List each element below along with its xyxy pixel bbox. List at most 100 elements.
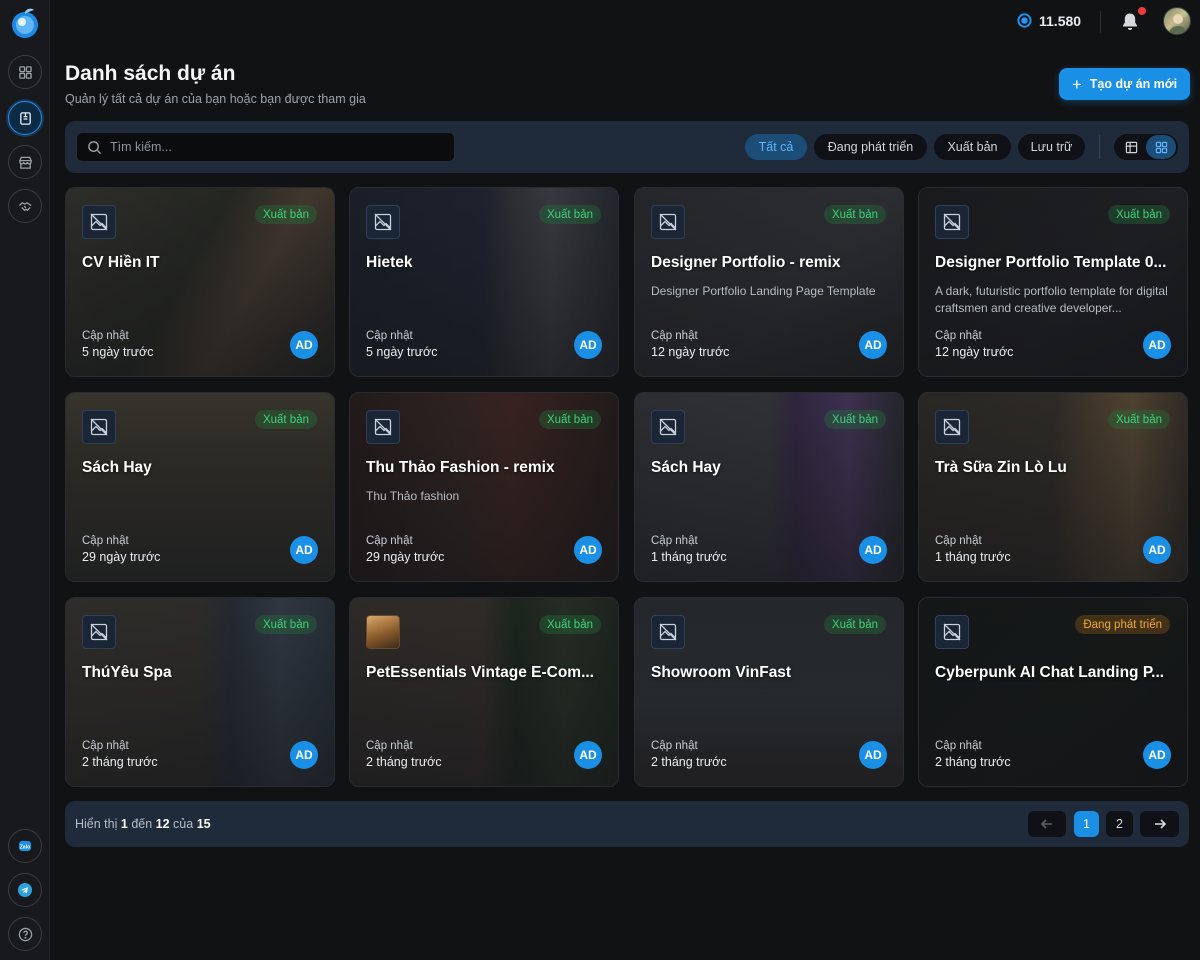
owner-avatar: AD — [1143, 741, 1171, 769]
sidebar-zalo-button[interactable]: Zalo — [8, 829, 42, 863]
prev-page-button[interactable] — [1028, 811, 1066, 837]
owner-avatar: AD — [1143, 331, 1171, 359]
updated-value: 2 tháng trước — [366, 755, 442, 769]
updated-label: Cập nhật — [935, 535, 982, 547]
updated-label: Cập nhật — [935, 740, 982, 752]
pagination-from: 1 — [120, 817, 128, 831]
create-project-label: Tạo dự án mới — [1089, 77, 1178, 91]
filter-chip-archived[interactable]: Lưu trữ — [1018, 134, 1085, 160]
arrow-left-icon — [1040, 819, 1052, 829]
owner-avatar: AD — [1143, 536, 1171, 564]
pagination-to-word: đến — [131, 817, 153, 831]
status-badge: Xuất bản — [823, 615, 886, 634]
search-input[interactable] — [110, 140, 430, 154]
project-thumbnail-icon — [82, 410, 116, 444]
sidebar-store-button[interactable] — [8, 145, 42, 179]
credits-balance[interactable]: 11.580 — [1016, 12, 1081, 29]
status-badge: Xuất bản — [538, 410, 601, 429]
search-box[interactable] — [76, 132, 455, 162]
filter-chip-developing[interactable]: Đang phát triển — [814, 134, 927, 160]
project-card[interactable]: Đang phát triển Cyberpunk AI Chat Landing… — [918, 597, 1188, 787]
project-card[interactable]: Xuất bản Showroom VinFast Cập nhật 2 tháng … — [634, 597, 904, 787]
project-thumbnail-icon — [366, 205, 400, 239]
project-title: Thu Thảo Fashion - remix — [366, 459, 555, 476]
project-card[interactable]: Xuất bản Thu Thảo Fashion - remix Thu Thảo… — [349, 392, 619, 582]
book-icon — [19, 111, 31, 125]
filter-chip-all[interactable]: Tất cả — [745, 134, 807, 160]
sidebar-telegram-button[interactable] — [8, 873, 42, 907]
page-subtitle: Quản lý tất cả dự án của bạn hoặc bạn đư… — [65, 92, 366, 106]
project-card[interactable]: Xuất bản Hietek Cập nhật 5 ngày trước AD — [349, 187, 619, 377]
project-title: Designer Portfolio Template 0... — [935, 254, 1167, 271]
project-card[interactable]: Xuất bản Designer Portfolio Template 0...… — [918, 187, 1188, 377]
owner-avatar: AD — [290, 331, 318, 359]
project-thumbnail-icon — [651, 615, 685, 649]
sidebar-help-button[interactable] — [8, 917, 42, 951]
project-title: Hietek — [366, 254, 413, 271]
grid-view-button[interactable] — [1146, 135, 1176, 159]
sidebar-dashboard-button[interactable] — [8, 55, 42, 89]
updated-label: Cập nhật — [651, 535, 698, 547]
view-toggle — [1114, 134, 1178, 160]
create-project-button[interactable]: + Tạo dự án mới — [1059, 68, 1190, 100]
project-title: Sách Hay — [651, 459, 721, 476]
status-badge: Xuất bản — [254, 205, 317, 224]
credits-value: 11.580 — [1039, 12, 1082, 29]
owner-avatar: AD — [859, 536, 887, 564]
topbar-divider — [1100, 11, 1101, 33]
project-card[interactable]: Xuất bản Sách Hay Cập nhật 1 tháng trước AD — [634, 392, 904, 582]
updated-label: Cập nhật — [82, 740, 129, 752]
project-thumbnail-icon — [82, 615, 116, 649]
status-badge: Xuất bản — [254, 410, 317, 429]
updated-value: 2 tháng trước — [651, 755, 727, 769]
project-card[interactable]: Xuất bản Sách Hay Cập nhật 29 ngày trước AD — [65, 392, 335, 582]
page-button-2[interactable]: 2 — [1106, 811, 1133, 837]
pagination-to: 12 — [155, 817, 170, 831]
updated-label: Cập nhật — [366, 740, 413, 752]
sidebar-partner-button[interactable] — [8, 189, 42, 223]
project-card[interactable]: Xuất bản Trà Sữa Zin Lò Lu Cập nhật 1 tháng… — [918, 392, 1188, 582]
project-card[interactable]: Xuất bản ThúYêu Spa Cập nhật 2 tháng trước A… — [65, 597, 335, 787]
project-card[interactable]: Xuất bản CV Hiền IT Cập nhật 5 ngày trước AD — [65, 187, 335, 377]
project-title: Sách Hay — [82, 459, 152, 476]
app-logo[interactable] — [10, 7, 40, 39]
pagination-of-word: của — [173, 817, 194, 831]
project-card[interactable]: Xuất bản PetEssentials Vintage E-Com... Cậ… — [349, 597, 619, 787]
filter-bar: Tất cả Đang phát triển Xuất bản Lưu trữ — [65, 121, 1189, 173]
page-button-1[interactable]: 1 — [1074, 811, 1099, 837]
svg-text:Zalo: Zalo — [20, 845, 30, 851]
project-thumbnail-icon — [651, 205, 685, 239]
filter-chip-published[interactable]: Xuất bản — [934, 134, 1011, 160]
owner-avatar: AD — [290, 536, 318, 564]
status-badge: Xuất bản — [254, 615, 317, 634]
plus-icon: + — [1071, 74, 1082, 94]
project-thumbnail-icon — [935, 205, 969, 239]
pagination-bar: Hiển thị 1 đến 12 của 15 1 2 — [65, 801, 1189, 847]
updated-value: 29 ngày trước — [366, 550, 445, 564]
updated-value: 5 ngày trước — [366, 345, 438, 359]
project-title: Cyberpunk AI Chat Landing P... — [935, 664, 1165, 681]
updated-label: Cập nhật — [366, 535, 413, 547]
updated-value: 1 tháng trước — [935, 550, 1011, 564]
project-thumbnail-icon — [82, 205, 116, 239]
table-view-button[interactable] — [1116, 135, 1146, 159]
project-description: Thu Thảo fashion — [366, 489, 460, 503]
updated-label: Cập nhật — [82, 330, 129, 342]
sidebar: Zalo — [0, 0, 50, 960]
updated-value: 1 tháng trước — [651, 550, 727, 564]
bell-icon[interactable] — [1121, 12, 1139, 32]
status-badge: Xuất bản — [1107, 205, 1170, 224]
next-page-button[interactable] — [1140, 811, 1179, 837]
project-description: A dark, futuristic portfolio template fo… — [935, 284, 1168, 315]
project-thumbnail-icon — [366, 410, 400, 444]
project-thumbnail-icon — [366, 615, 400, 649]
updated-label: Cập nhật — [82, 535, 129, 547]
project-title: ThúYêu Spa — [82, 664, 172, 681]
zalo-icon: Zalo — [19, 841, 31, 851]
sidebar-projects-button[interactable] — [8, 101, 42, 135]
notification-dot — [1138, 7, 1146, 15]
project-card[interactable]: Xuất bản Designer Portfolio - remix Design… — [634, 187, 904, 377]
help-icon — [18, 927, 32, 941]
user-avatar[interactable] — [1163, 7, 1191, 35]
owner-avatar: AD — [574, 536, 602, 564]
